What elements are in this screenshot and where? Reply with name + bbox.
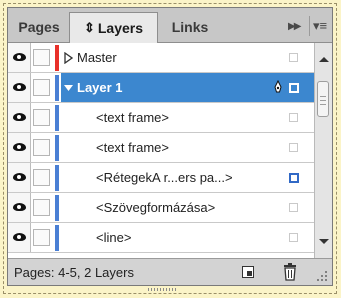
lock-toggle[interactable] [33, 169, 50, 186]
visibility-toggle[interactable] [8, 73, 31, 102]
visibility-toggle[interactable] [8, 163, 31, 192]
layer-item-row[interactable]: <text frame> [8, 103, 314, 133]
eye-icon [13, 83, 26, 91]
tab-controls: ▶▶ [288, 14, 301, 38]
selection-target-box[interactable] [289, 113, 298, 122]
vertical-scrollbar[interactable] [314, 43, 332, 258]
layer-item-row[interactable]: <RétegekA r...ers pa...> [8, 163, 314, 193]
selection-target-box[interactable] [289, 203, 298, 212]
tab-layers[interactable]: ⇕ Layers [69, 12, 158, 43]
visibility-toggle[interactable] [8, 43, 31, 72]
visibility-toggle[interactable] [8, 193, 31, 222]
collapse-triangle-icon[interactable] [63, 84, 74, 92]
eye-icon [13, 173, 26, 181]
layer-item-row[interactable]: <text frame> [8, 133, 314, 163]
layer-color-swatch [55, 135, 59, 161]
resize-grip-icon[interactable] [316, 270, 328, 282]
tab-pages-label: Pages [18, 19, 60, 35]
lock-toggle[interactable] [33, 49, 50, 66]
tab-pages[interactable]: Pages [8, 12, 70, 42]
selection-target-box[interactable] [289, 53, 298, 62]
tab-links-label: Links [171, 19, 209, 35]
item-name: <Szövegformázása> [96, 200, 216, 215]
item-name: <RétegekA r...ers pa...> [96, 170, 233, 185]
layers-panel: Pages ⇕ Layers Links ▶▶ ▾≡ Master Layer … [7, 7, 333, 286]
visibility-toggle[interactable] [8, 133, 31, 162]
selection-target-box[interactable] [289, 173, 299, 183]
selection-target-box[interactable] [289, 233, 298, 242]
panel-menu-icon: ▾≡ [313, 18, 328, 33]
status-text: Pages: 4-5, 2 Layers [14, 265, 134, 280]
scroll-down-arrow-icon[interactable] [319, 239, 329, 244]
layer-name: Master [77, 50, 117, 65]
layer-row-master[interactable]: Master [8, 43, 314, 73]
sort-arrows-icon: ⇕ [83, 20, 95, 35]
scroll-thumb[interactable] [317, 81, 329, 117]
divider [309, 16, 310, 36]
eye-icon [13, 53, 26, 61]
pen-icon [274, 80, 282, 93]
selection-target-box[interactable] [289, 83, 299, 93]
layer-row-layer-1[interactable]: Layer 1 [8, 73, 314, 103]
panel-drag-handle[interactable] [148, 288, 176, 291]
lock-toggle[interactable] [33, 199, 50, 216]
layer-name: Layer 1 [77, 80, 123, 95]
lock-toggle[interactable] [33, 109, 50, 126]
lock-toggle[interactable] [33, 79, 50, 96]
expand-triangle-icon[interactable] [64, 52, 73, 64]
tab-controls-separator [309, 14, 310, 38]
item-name: <line> [96, 230, 132, 245]
tab-links[interactable]: Links [158, 12, 222, 42]
item-name: <text frame> [96, 110, 169, 125]
visibility-toggle[interactable] [8, 103, 31, 132]
lock-toggle[interactable] [33, 139, 50, 156]
layer-color-swatch [55, 225, 59, 251]
layer-item-row[interactable]: <Szövegformázása> [8, 193, 314, 223]
eye-icon [13, 203, 26, 211]
layer-color-swatch [55, 195, 59, 221]
panel-menu-button[interactable]: ▾≡ [313, 14, 327, 38]
layers-list: Master Layer 1 <text frame> <text frame>… [8, 43, 314, 258]
layer-color-swatch [55, 165, 59, 191]
double-chevron-right-icon[interactable]: ▶▶ [288, 21, 301, 32]
layer-color-swatch [55, 45, 59, 71]
layer-item-row[interactable]: <line> [8, 223, 314, 253]
layer-color-swatch [55, 75, 59, 101]
layer-color-swatch [55, 105, 59, 131]
eye-icon [13, 233, 26, 241]
tab-bar: Pages ⇕ Layers Links ▶▶ ▾≡ [8, 8, 332, 43]
eye-icon [13, 113, 26, 121]
new-layer-button[interactable] [242, 266, 254, 278]
scroll-up-arrow-icon[interactable] [319, 57, 329, 62]
lock-toggle[interactable] [33, 229, 50, 246]
eye-icon [13, 143, 26, 151]
tab-layers-label: Layers [97, 20, 144, 36]
selection-target-box[interactable] [289, 143, 298, 152]
visibility-toggle[interactable] [8, 223, 31, 252]
panel-footer: Pages: 4-5, 2 Layers [8, 258, 332, 285]
trash-icon[interactable] [283, 263, 297, 281]
item-name: <text frame> [96, 140, 169, 155]
